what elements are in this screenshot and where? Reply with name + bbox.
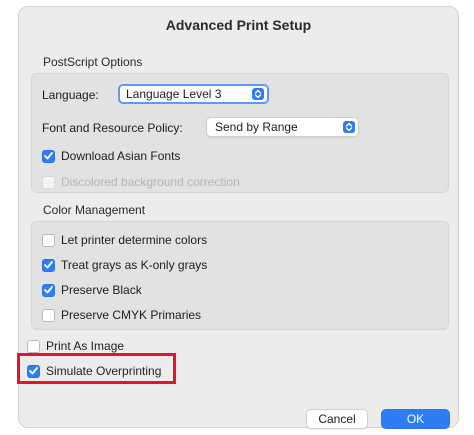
let-printer-checkbox[interactable]: [42, 233, 55, 247]
download-asian-fonts-checkbox[interactable]: [42, 149, 55, 163]
font-policy-popup[interactable]: Send by Range: [206, 117, 359, 137]
treat-grays-checkbox[interactable]: [42, 258, 55, 272]
popup-stepper-icon: [252, 88, 264, 100]
checkmark-icon: [44, 286, 53, 294]
treat-grays-row[interactable]: Treat grays as K-only grays: [42, 258, 207, 272]
print-as-image-checkbox[interactable]: [27, 339, 40, 353]
language-label-text: Language:: [42, 88, 99, 102]
language-popup[interactable]: Language Level 3: [118, 84, 269, 104]
checkmark-icon: [44, 152, 53, 160]
discolored-background-row: Discolored background correction: [42, 175, 240, 189]
checkmark-icon: [44, 261, 53, 269]
color-management-group: Let printer determine colors Treat grays…: [31, 221, 449, 330]
let-printer-row[interactable]: Let printer determine colors: [42, 233, 207, 247]
ok-button[interactable]: OK: [381, 409, 450, 429]
language-popup-value: Language Level 3: [126, 87, 222, 101]
font-policy-label-text: Font and Resource Policy:: [42, 121, 183, 135]
download-asian-fonts-row[interactable]: Download Asian Fonts: [42, 149, 180, 163]
dialog-title: Advanced Print Setup: [165, 17, 312, 33]
discolored-background-label: Discolored background correction: [61, 175, 240, 189]
highlight-box: [17, 353, 176, 384]
preserve-cmyk-label: Preserve CMYK Primaries: [61, 308, 202, 322]
cancel-button[interactable]: Cancel: [306, 409, 368, 429]
let-printer-label: Let printer determine colors: [61, 233, 208, 247]
font-policy-label: Font and Resource Policy:: [42, 121, 183, 135]
language-label: Language:: [42, 88, 99, 102]
postscript-options-group: Language: Language Level 3 Font and Reso…: [31, 73, 449, 193]
font-policy-popup-value: Send by Range: [215, 120, 298, 134]
discolored-background-checkbox: [42, 175, 55, 189]
treat-grays-label: Treat grays as K-only grays: [61, 258, 208, 272]
preserve-black-row[interactable]: Preserve Black: [42, 283, 142, 297]
postscript-options-title: PostScript Options: [43, 55, 143, 69]
print-as-image-row[interactable]: Print As Image: [27, 339, 124, 353]
print-as-image-label: Print As Image: [46, 339, 125, 353]
popup-stepper-icon: [343, 121, 355, 133]
preserve-black-checkbox[interactable]: [42, 283, 55, 297]
color-management-title: Color Management: [43, 203, 146, 217]
preserve-black-label: Preserve Black: [61, 283, 142, 297]
preserve-cmyk-checkbox[interactable]: [42, 308, 55, 322]
download-asian-fonts-label: Download Asian Fonts: [61, 149, 181, 163]
preserve-cmyk-row[interactable]: Preserve CMYK Primaries: [42, 308, 201, 322]
